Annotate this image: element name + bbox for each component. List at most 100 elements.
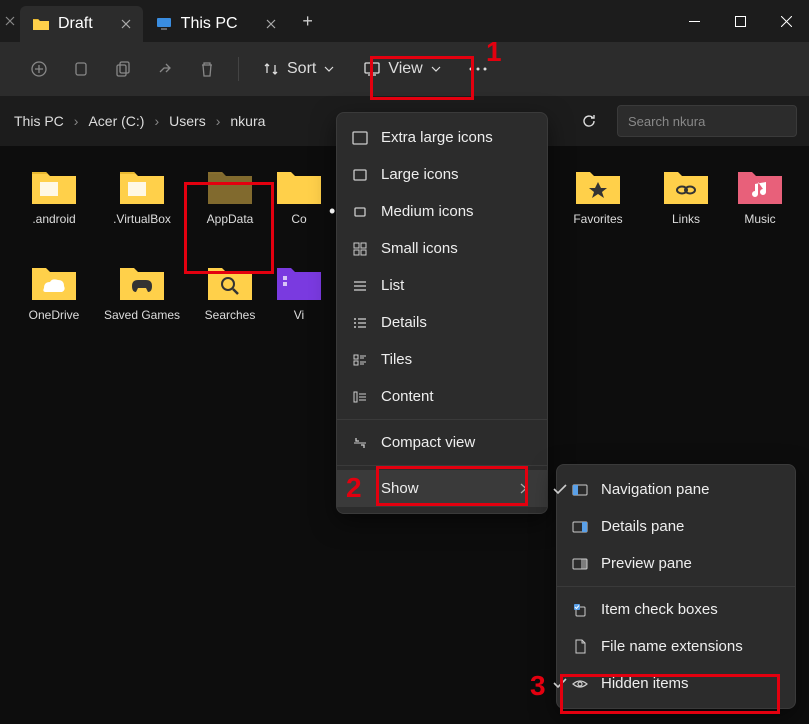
menu-item-label: Item check boxes [601,601,718,618]
menu-item-label: Compact view [381,434,475,451]
menu-item-label: Show [381,480,419,497]
grid-sm-icon [351,240,369,258]
chevron-right-icon: › [212,113,225,129]
folder-item-onedrive[interactable]: OneDrive [10,258,98,354]
menu-item-extra-large-icons[interactable]: Extra large icons [337,119,547,156]
check-icon [553,484,571,495]
pane-preview-icon [571,555,589,573]
folder-item-android[interactable]: .android [10,162,98,258]
folder-item-savedgames[interactable]: Saved Games [98,258,186,354]
menu-item-label: Preview pane [601,555,692,572]
menu-item-preview-pane[interactable]: Preview pane [557,545,795,582]
folder-label: .VirtualBox [113,212,171,226]
menu-item-list[interactable]: List [337,267,547,304]
new-tab-button[interactable]: + [288,11,328,32]
bullet-icon: • [329,201,335,222]
maximize-button[interactable] [717,0,763,42]
chevron-down-icon [431,66,441,72]
paste-button[interactable] [146,50,184,88]
folder-label: OneDrive [29,308,80,322]
more-button[interactable] [459,61,497,77]
folder-label: Searches [205,308,256,322]
rect-lg-icon [351,166,369,184]
folder-icon [206,166,254,206]
folder-icon [30,166,78,206]
list-icon [351,277,369,295]
search-input[interactable] [628,114,804,129]
menu-item-label: Content [381,388,434,405]
folder-icon [118,262,166,302]
show-submenu: Navigation pane Details pane Preview pan… [556,464,796,709]
breadcrumb-item[interactable]: Acer (C:) [86,109,146,133]
breadcrumb-item[interactable]: Users [167,109,208,133]
menu-item-large-icons[interactable]: Large icons [337,156,547,193]
folder-label: Saved Games [104,308,180,322]
tab-thispc[interactable]: This PC [143,6,288,42]
menu-item-small-icons[interactable]: Small icons [337,230,547,267]
cut-button[interactable] [62,50,100,88]
folder-item-contacts[interactable]: Co [274,162,324,258]
folder-label: AppData [207,212,254,226]
checkbox-icon [571,601,589,619]
close-icon[interactable] [266,19,276,29]
search-box[interactable] [617,105,797,137]
menu-item-label: Small icons [381,240,458,257]
menu-item-details[interactable]: Details [337,304,547,341]
tab-label: This PC [181,15,238,33]
chevron-right-icon [520,483,527,494]
file-ext-icon [571,638,589,656]
rect-xl-icon [351,129,369,147]
folder-item-links[interactable]: Links [642,162,730,258]
chevron-right-icon: › [150,113,163,129]
menu-item-show[interactable]: Show [337,470,547,507]
menu-item-tiles[interactable]: Tiles [337,341,547,378]
folder-label: .android [32,212,75,226]
content-icon [351,388,369,406]
menu-item-compact-view[interactable]: Compact view [337,424,547,461]
folder-item-virtualbox[interactable]: .VirtualBox [98,162,186,258]
menu-item-label: File name extensions [601,638,743,655]
folder-icon [736,166,784,206]
copy-button[interactable] [104,50,142,88]
folder-label: Favorites [573,212,622,226]
folder-item-searches[interactable]: Searches [186,258,274,354]
menu-item-details-pane[interactable]: Details pane [557,508,795,545]
view-button[interactable]: View [350,54,454,84]
tab-close-leading[interactable] [0,16,20,26]
minimize-button[interactable] [671,0,717,42]
menu-item-content[interactable]: Content [337,378,547,415]
delete-button[interactable] [188,50,226,88]
menu-separator [557,586,795,587]
folder-icon [275,262,323,302]
menu-item-label: Details [381,314,427,331]
menu-item-item-check-boxes[interactable]: Item check boxes [557,591,795,628]
folder-item-appdata[interactable]: AppData [186,162,274,258]
sort-button[interactable]: Sort [251,54,346,84]
breadcrumb-item[interactable]: nkura [228,109,267,133]
folder-label: Vi [294,308,304,322]
folder-label: Music [744,212,775,226]
tiles-icon [351,351,369,369]
close-window-button[interactable] [763,0,809,42]
refresh-button[interactable] [571,103,607,139]
close-icon[interactable] [121,19,131,29]
menu-item-label: Details pane [601,518,684,535]
menu-item-label: Tiles [381,351,412,368]
menu-item-hidden-items[interactable]: Hidden items [557,665,795,702]
annotation-number-3: 3 [530,670,546,702]
folder-item-videos[interactable]: Vi [274,258,324,354]
menu-separator [337,465,547,466]
folder-item-music[interactable]: Music [730,162,790,258]
breadcrumb-item[interactable]: This PC [12,109,66,133]
menu-item-navigation-pane[interactable]: Navigation pane [557,471,795,508]
eye-icon [571,675,589,693]
new-button[interactable] [20,50,58,88]
menu-item-file-name-extensions[interactable]: File name extensions [557,628,795,665]
chevron-right-icon: › [70,113,83,129]
folder-item-favorites[interactable]: Favorites [554,162,642,258]
chevron-down-icon [324,66,334,72]
menu-item-medium-icons[interactable]: • Medium icons [337,193,547,230]
tab-draft[interactable]: Draft [20,6,143,42]
folder-icon [662,166,710,206]
titlebar: Draft This PC + [0,0,809,42]
